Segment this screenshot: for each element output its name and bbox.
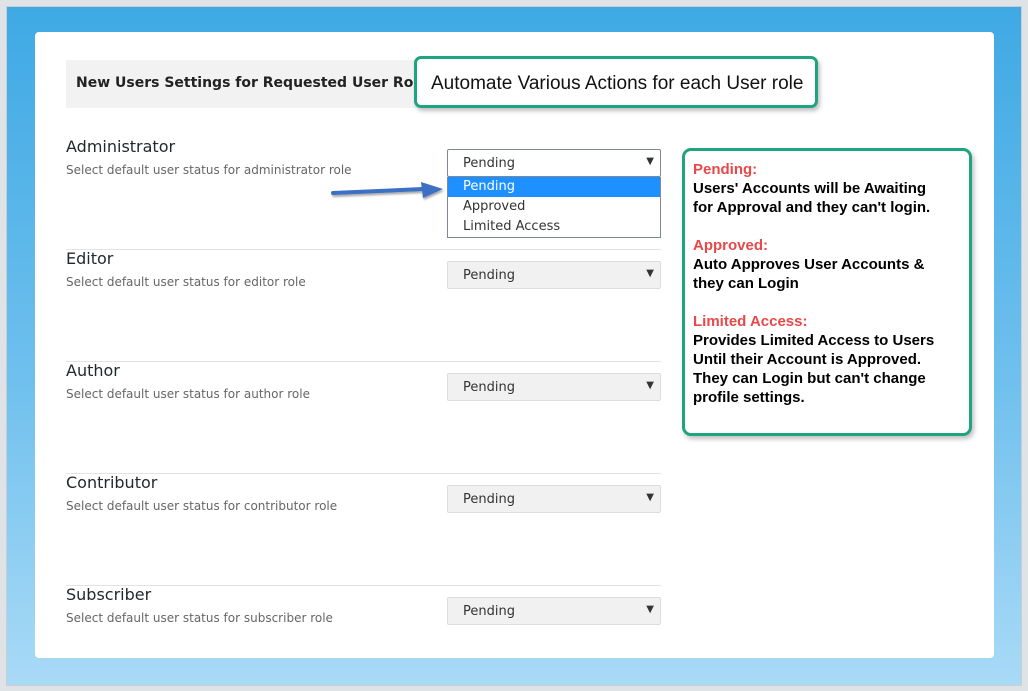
role-row-contributor: Contributor Select default user status f…	[66, 473, 661, 586]
role-title: Editor	[66, 249, 114, 268]
select-value: Pending	[463, 268, 515, 283]
info-heading: Pending:	[693, 161, 758, 178]
caret-down-icon: ▼	[646, 380, 654, 391]
role-row-subscriber: Subscriber Select default user status fo…	[66, 585, 661, 645]
role-description: Select default user status for administr…	[66, 163, 352, 177]
select-value: Pending	[463, 492, 515, 507]
callout-text: Automate Various Actions for each User r…	[431, 73, 804, 94]
status-select-editor[interactable]: Pending ▼	[447, 261, 661, 289]
info-line: profile settings.	[693, 389, 805, 406]
role-description: Select default user status for contribut…	[66, 499, 338, 513]
select-value: Pending	[463, 604, 515, 619]
role-title: Administrator	[66, 137, 176, 156]
info-line: Auto Approves User Accounts &	[693, 256, 925, 273]
caret-down-icon: ▼	[646, 492, 654, 503]
caret-down-icon: ▼	[646, 268, 654, 279]
info-heading: Approved:	[693, 237, 768, 254]
status-info-box: Pending: Users' Accounts will be Awaitin…	[682, 148, 972, 436]
status-select-contributor[interactable]: Pending ▼	[447, 485, 661, 513]
info-line: Until their Account is Approved.	[693, 351, 922, 368]
select-value: Pending	[463, 380, 515, 395]
role-description: Select default user status for subscribe…	[66, 611, 333, 625]
status-dropdown-list: Pending Approved Limited Access	[447, 177, 661, 238]
info-approved: Approved: Auto Approves User Accounts & …	[693, 236, 963, 293]
status-select-administrator[interactable]: Pending ▼	[447, 149, 661, 177]
role-description: Select default user status for editor ro…	[66, 275, 306, 289]
info-limited-access: Limited Access: Provides Limited Access …	[693, 312, 963, 407]
automation-callout: Automate Various Actions for each User r…	[414, 56, 818, 108]
role-title: Author	[66, 361, 120, 380]
role-title: Contributor	[66, 473, 158, 492]
status-select-subscriber[interactable]: Pending ▼	[447, 597, 661, 625]
arrow-right-icon	[331, 182, 443, 198]
info-pending: Pending: Users' Accounts will be Awaitin…	[693, 160, 963, 217]
role-row-editor: Editor Select default user status for ed…	[66, 249, 661, 362]
info-line: for Approval and they can't login.	[693, 199, 931, 216]
caret-down-icon: ▼	[646, 604, 654, 615]
status-select-author[interactable]: Pending ▼	[447, 373, 661, 401]
info-line: they can Login	[693, 275, 799, 292]
dropdown-option-limited-access[interactable]: Limited Access	[448, 217, 660, 237]
select-value: Pending	[463, 156, 515, 171]
dropdown-option-pending[interactable]: Pending	[448, 177, 660, 197]
role-description: Select default user status for author ro…	[66, 387, 310, 401]
info-heading: Limited Access:	[693, 313, 808, 330]
dropdown-option-approved[interactable]: Approved	[448, 197, 660, 217]
role-row-author: Author Select default user status for au…	[66, 361, 661, 474]
caret-down-icon: ▼	[646, 156, 654, 167]
role-title: Subscriber	[66, 585, 152, 604]
info-line: They can Login but can't change	[693, 370, 926, 387]
info-line: Provides Limited Access to Users	[693, 332, 935, 349]
info-line: Users' Accounts will be Awaiting	[693, 180, 927, 197]
page-title: New Users Settings for Requested User Ro…	[76, 75, 428, 91]
